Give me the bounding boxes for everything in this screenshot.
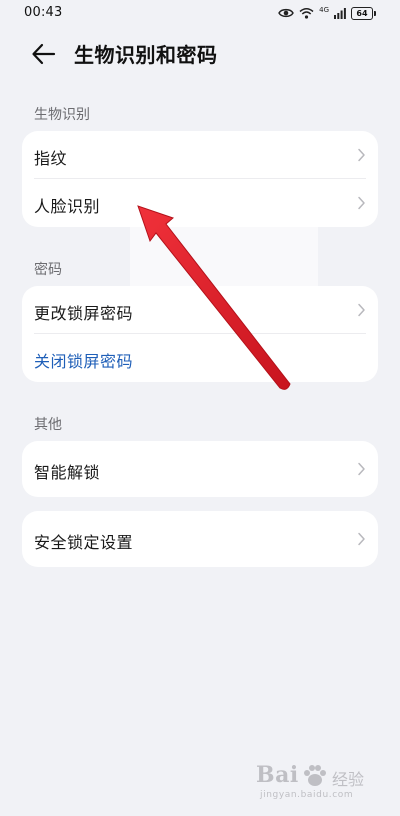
list-item-label: 更改锁屏密码: [34, 304, 134, 323]
status-time: 00:43: [24, 5, 63, 20]
signal-icon: [334, 7, 346, 19]
header: 生物识别和密码: [0, 36, 400, 72]
list-item-change-lock-password[interactable]: 更改锁屏密码: [22, 286, 378, 334]
chevron-right-icon: [358, 303, 365, 317]
disable-lock-password-link: 关闭锁屏密码: [34, 352, 134, 371]
watermark-cn: 经验: [332, 770, 365, 789]
paw-icon: [304, 765, 326, 786]
watermark-main: Bai: [256, 762, 299, 788]
card-security: 安全锁定设置: [22, 511, 378, 567]
back-button[interactable]: [28, 40, 62, 68]
battery-level: 64: [351, 6, 373, 20]
page-title: 生物识别和密码: [74, 43, 218, 67]
section-label-other: 其他: [34, 417, 62, 433]
editing-patch: [130, 184, 318, 292]
back-arrow-icon: [32, 43, 56, 65]
network-type-label: 4G: [319, 6, 329, 14]
list-item-label: 安全锁定设置: [34, 533, 134, 552]
list-item-smart-unlock[interactable]: 智能解锁: [22, 441, 378, 497]
chevron-right-icon: [358, 196, 365, 210]
status-bar: 00:43 4G 64: [0, 0, 400, 28]
list-item-label: 智能解锁: [34, 463, 101, 482]
list-item-disable-lock-password[interactable]: 关闭锁屏密码: [22, 334, 378, 382]
list-item-security-lock-settings[interactable]: 安全锁定设置: [22, 511, 378, 567]
eye-icon: [278, 8, 294, 18]
status-icons: 4G 64: [278, 6, 376, 20]
list-item-label: 指纹: [34, 149, 68, 168]
battery-icon: 64: [351, 6, 376, 20]
list-item-label: 人脸识别: [34, 197, 101, 216]
watermark-sub: jingyan.baidu.com: [260, 790, 354, 800]
card-password: 更改锁屏密码 关闭锁屏密码: [22, 286, 378, 382]
section-label-password: 密码: [34, 262, 62, 278]
section-label-biometrics: 生物识别: [34, 107, 90, 123]
wifi-icon: [299, 8, 314, 19]
list-item-fingerprint[interactable]: 指纹: [22, 131, 378, 179]
chevron-right-icon: [358, 532, 365, 546]
card-other: 智能解锁: [22, 441, 378, 497]
chevron-right-icon: [358, 462, 365, 476]
baidu-jingyan-watermark: Bai 经验 jingyan.baidu.com: [256, 760, 374, 802]
chevron-right-icon: [358, 148, 365, 162]
